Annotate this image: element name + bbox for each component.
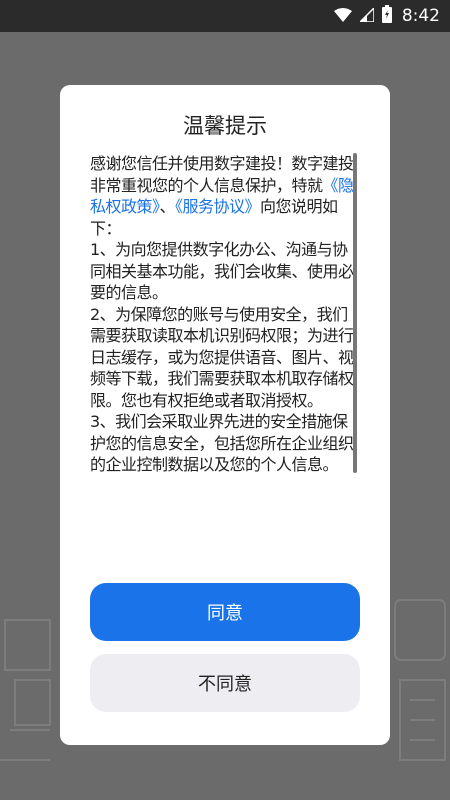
battery-icon bbox=[381, 5, 392, 27]
dialog-title: 温馨提示 bbox=[183, 114, 267, 138]
body-text: 2、为保障您的账号与使用安全，我们需要获取读取本机识别码权限；为进行日志缓存，或… bbox=[90, 304, 354, 410]
signal-icon bbox=[358, 5, 375, 26]
dialog-body: 感谢您信任并使用数字建投！数字建投非常重视您的个人信息保护，特就《隐私权政策》、… bbox=[90, 153, 355, 633]
privacy-dialog: 温馨提示 感谢您信任并使用数字建投！数字建投非常重视您的个人信息保护，特就《隐私… bbox=[60, 85, 390, 745]
status-time: 8:42 bbox=[401, 6, 440, 26]
body-text: 感谢您信任并使用数字建投！数字建投非常重视您的个人信息保护，特就 bbox=[90, 154, 354, 195]
scrollbar[interactable] bbox=[353, 153, 357, 473]
body-text: 1、为向您提供数字化办公、沟通与协同相关基本功能，我们会收集、使用必要的信息。 bbox=[90, 240, 354, 302]
status-bar: 8:42 bbox=[0, 0, 450, 32]
agree-button[interactable]: 同意 bbox=[90, 583, 360, 641]
body-text: 3、我们会采取业界先进的安全措施保护您的信息安全，包括您所在企业组织的企业控制数… bbox=[90, 412, 354, 474]
wifi-icon bbox=[333, 7, 352, 26]
disagree-button[interactable]: 不同意 bbox=[90, 654, 360, 712]
status-icons: 8:42 bbox=[333, 0, 440, 32]
service-agreement-link[interactable]: 《服务协议》 bbox=[175, 197, 261, 216]
body-text: 、 bbox=[159, 197, 176, 216]
